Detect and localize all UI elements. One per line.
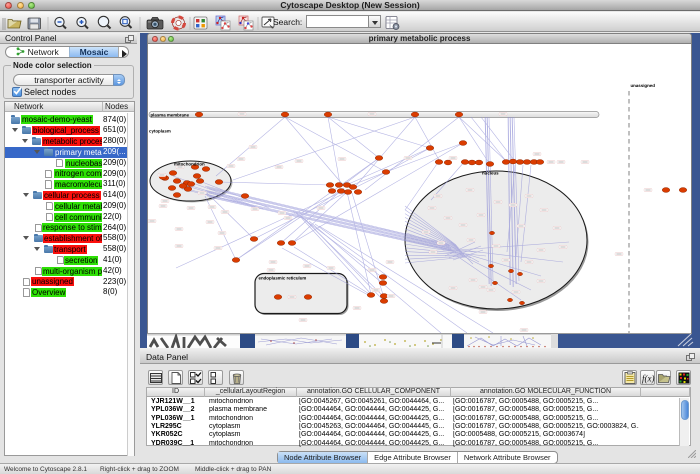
svg-text:plasma membrane: plasma membrane bbox=[151, 112, 190, 117]
svg-text:f(x): f(x) bbox=[642, 374, 655, 384]
svg-text:nucleus: nucleus bbox=[482, 171, 499, 176]
svg-text:endoplasmic reticulum: endoplasmic reticulum bbox=[259, 276, 307, 281]
svg-text:unassigned: unassigned bbox=[631, 83, 656, 88]
svg-text:cytoplasm: cytoplasm bbox=[149, 129, 171, 134]
svg-text:mitochondrion: mitochondrion bbox=[174, 162, 205, 167]
